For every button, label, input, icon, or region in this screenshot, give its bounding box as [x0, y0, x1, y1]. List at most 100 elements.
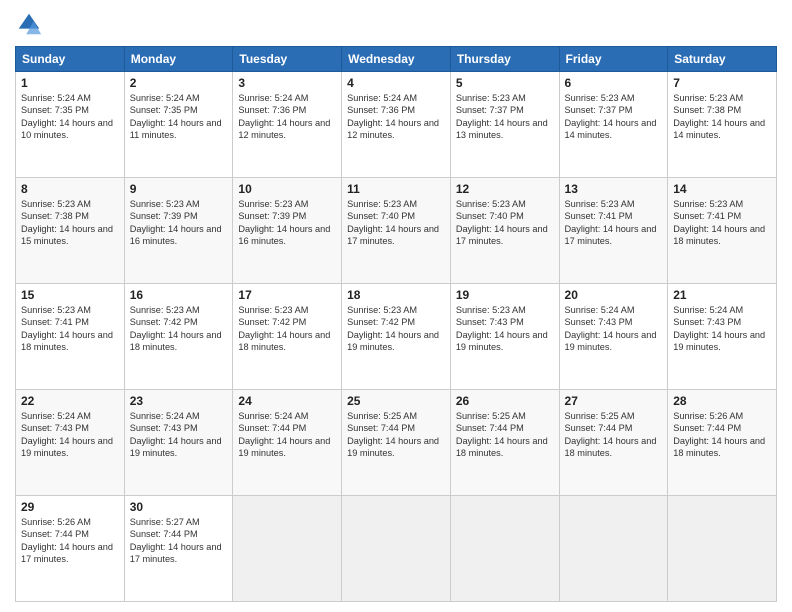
calendar-cell: 6 Sunrise: 5:23 AMSunset: 7:37 PMDaylight… — [559, 72, 668, 178]
calendar-table: SundayMondayTuesdayWednesdayThursdayFrid… — [15, 46, 777, 602]
calendar-cell: 29 Sunrise: 5:26 AMSunset: 7:44 PMDayligh… — [16, 496, 125, 602]
day-number: 7 — [673, 76, 771, 90]
day-content: Sunrise: 5:24 AMSunset: 7:43 PMDaylight:… — [21, 410, 119, 460]
calendar-cell: 20 Sunrise: 5:24 AMSunset: 7:43 PMDayligh… — [559, 284, 668, 390]
calendar-header-wednesday: Wednesday — [342, 47, 451, 72]
day-content: Sunrise: 5:23 AMSunset: 7:42 PMDaylight:… — [238, 304, 336, 354]
day-content: Sunrise: 5:23 AMSunset: 7:39 PMDaylight:… — [130, 198, 228, 248]
day-content: Sunrise: 5:25 AMSunset: 7:44 PMDaylight:… — [565, 410, 663, 460]
day-number: 30 — [130, 500, 228, 514]
calendar-cell: 25 Sunrise: 5:25 AMSunset: 7:44 PMDayligh… — [342, 390, 451, 496]
day-content: Sunrise: 5:24 AMSunset: 7:35 PMDaylight:… — [21, 92, 119, 142]
calendar-cell: 22 Sunrise: 5:24 AMSunset: 7:43 PMDayligh… — [16, 390, 125, 496]
calendar-cell: 15 Sunrise: 5:23 AMSunset: 7:41 PMDayligh… — [16, 284, 125, 390]
calendar-cell: 24 Sunrise: 5:24 AMSunset: 7:44 PMDayligh… — [233, 390, 342, 496]
day-number: 10 — [238, 182, 336, 196]
day-number: 4 — [347, 76, 445, 90]
calendar-header-sunday: Sunday — [16, 47, 125, 72]
day-content: Sunrise: 5:23 AMSunset: 7:43 PMDaylight:… — [456, 304, 554, 354]
day-content: Sunrise: 5:27 AMSunset: 7:44 PMDaylight:… — [130, 516, 228, 566]
calendar-header-thursday: Thursday — [450, 47, 559, 72]
calendar-cell: 16 Sunrise: 5:23 AMSunset: 7:42 PMDayligh… — [124, 284, 233, 390]
day-number: 14 — [673, 182, 771, 196]
page: SundayMondayTuesdayWednesdayThursdayFrid… — [0, 0, 792, 612]
day-number: 5 — [456, 76, 554, 90]
calendar-row-2: 15 Sunrise: 5:23 AMSunset: 7:41 PMDayligh… — [16, 284, 777, 390]
calendar-cell — [342, 496, 451, 602]
calendar-cell: 26 Sunrise: 5:25 AMSunset: 7:44 PMDayligh… — [450, 390, 559, 496]
calendar-cell: 18Sunrise: 5:23 AMSunset: 7:42 PMDayligh… — [342, 284, 451, 390]
calendar-cell: 12 Sunrise: 5:23 AMSunset: 7:40 PMDayligh… — [450, 178, 559, 284]
day-content: Sunrise: 5:23 AMSunset: 7:39 PMDaylight:… — [238, 198, 336, 248]
day-content: Sunrise: 5:23 AMSunset: 7:38 PMDaylight:… — [673, 92, 771, 142]
calendar-row-4: 29 Sunrise: 5:26 AMSunset: 7:44 PMDayligh… — [16, 496, 777, 602]
calendar-cell: 21Sunrise: 5:24 AMSunset: 7:43 PMDayligh… — [668, 284, 777, 390]
calendar-cell: 17 Sunrise: 5:23 AMSunset: 7:42 PMDayligh… — [233, 284, 342, 390]
day-number: 15 — [21, 288, 119, 302]
day-content: Sunrise: 5:23 AMSunset: 7:42 PMDaylight:… — [347, 304, 445, 354]
calendar-cell: 1 Sunrise: 5:24 AMSunset: 7:35 PMDaylight… — [16, 72, 125, 178]
calendar-cell: 3Sunrise: 5:24 AMSunset: 7:36 PMDaylight… — [233, 72, 342, 178]
day-content: Sunrise: 5:25 AMSunset: 7:44 PMDaylight:… — [456, 410, 554, 460]
day-number: 22 — [21, 394, 119, 408]
calendar-cell — [668, 496, 777, 602]
calendar-cell: 9Sunrise: 5:23 AMSunset: 7:39 PMDaylight… — [124, 178, 233, 284]
calendar-cell: 7 Sunrise: 5:23 AMSunset: 7:38 PMDaylight… — [668, 72, 777, 178]
day-content: Sunrise: 5:24 AMSunset: 7:43 PMDaylight:… — [130, 410, 228, 460]
day-content: Sunrise: 5:23 AMSunset: 7:41 PMDaylight:… — [673, 198, 771, 248]
day-content: Sunrise: 5:26 AMSunset: 7:44 PMDaylight:… — [673, 410, 771, 460]
day-content: Sunrise: 5:24 AMSunset: 7:43 PMDaylight:… — [673, 304, 771, 354]
day-content: Sunrise: 5:26 AMSunset: 7:44 PMDaylight:… — [21, 516, 119, 566]
calendar-header-row: SundayMondayTuesdayWednesdayThursdayFrid… — [16, 47, 777, 72]
day-number: 19 — [456, 288, 554, 302]
calendar-cell: 27 Sunrise: 5:25 AMSunset: 7:44 PMDayligh… — [559, 390, 668, 496]
day-number: 12 — [456, 182, 554, 196]
day-number: 20 — [565, 288, 663, 302]
day-number: 8 — [21, 182, 119, 196]
day-content: Sunrise: 5:24 AMSunset: 7:44 PMDaylight:… — [238, 410, 336, 460]
day-number: 24 — [238, 394, 336, 408]
calendar-cell: 30 Sunrise: 5:27 AMSunset: 7:44 PMDayligh… — [124, 496, 233, 602]
logo-icon — [15, 10, 43, 38]
day-number: 6 — [565, 76, 663, 90]
calendar-cell: 13 Sunrise: 5:23 AMSunset: 7:41 PMDayligh… — [559, 178, 668, 284]
day-number: 17 — [238, 288, 336, 302]
day-number: 13 — [565, 182, 663, 196]
calendar-header-friday: Friday — [559, 47, 668, 72]
calendar-cell: 10 Sunrise: 5:23 AMSunset: 7:39 PMDayligh… — [233, 178, 342, 284]
calendar-row-1: 8Sunrise: 5:23 AMSunset: 7:38 PMDaylight… — [16, 178, 777, 284]
day-content: Sunrise: 5:23 AMSunset: 7:42 PMDaylight:… — [130, 304, 228, 354]
day-number: 1 — [21, 76, 119, 90]
day-content: Sunrise: 5:23 AMSunset: 7:41 PMDaylight:… — [21, 304, 119, 354]
calendar-cell: 14 Sunrise: 5:23 AMSunset: 7:41 PMDayligh… — [668, 178, 777, 284]
day-content: Sunrise: 5:24 AMSunset: 7:35 PMDaylight:… — [130, 92, 228, 142]
day-content: Sunrise: 5:23 AMSunset: 7:37 PMDaylight:… — [565, 92, 663, 142]
day-number: 27 — [565, 394, 663, 408]
day-number: 25 — [347, 394, 445, 408]
day-number: 2 — [130, 76, 228, 90]
calendar-row-0: 1 Sunrise: 5:24 AMSunset: 7:35 PMDaylight… — [16, 72, 777, 178]
day-number: 23 — [130, 394, 228, 408]
calendar-header-monday: Monday — [124, 47, 233, 72]
calendar-cell: 28 Sunrise: 5:26 AMSunset: 7:44 PMDayligh… — [668, 390, 777, 496]
calendar-cell: 2 Sunrise: 5:24 AMSunset: 7:35 PMDaylight… — [124, 72, 233, 178]
day-content: Sunrise: 5:25 AMSunset: 7:44 PMDaylight:… — [347, 410, 445, 460]
calendar-header-tuesday: Tuesday — [233, 47, 342, 72]
day-number: 26 — [456, 394, 554, 408]
day-content: Sunrise: 5:23 AMSunset: 7:40 PMDaylight:… — [347, 198, 445, 248]
day-number: 16 — [130, 288, 228, 302]
calendar-cell: 5Sunrise: 5:23 AMSunset: 7:37 PMDaylight… — [450, 72, 559, 178]
calendar-cell: 8Sunrise: 5:23 AMSunset: 7:38 PMDaylight… — [16, 178, 125, 284]
header — [15, 10, 777, 38]
day-number: 29 — [21, 500, 119, 514]
day-number: 28 — [673, 394, 771, 408]
day-content: Sunrise: 5:24 AMSunset: 7:43 PMDaylight:… — [565, 304, 663, 354]
day-number: 3 — [238, 76, 336, 90]
calendar-cell: 19 Sunrise: 5:23 AMSunset: 7:43 PMDayligh… — [450, 284, 559, 390]
day-content: Sunrise: 5:23 AMSunset: 7:40 PMDaylight:… — [456, 198, 554, 248]
day-content: Sunrise: 5:23 AMSunset: 7:41 PMDaylight:… — [565, 198, 663, 248]
calendar-row-3: 22 Sunrise: 5:24 AMSunset: 7:43 PMDayligh… — [16, 390, 777, 496]
calendar-cell: 4Sunrise: 5:24 AMSunset: 7:36 PMDaylight… — [342, 72, 451, 178]
calendar-header-saturday: Saturday — [668, 47, 777, 72]
calendar-cell — [559, 496, 668, 602]
